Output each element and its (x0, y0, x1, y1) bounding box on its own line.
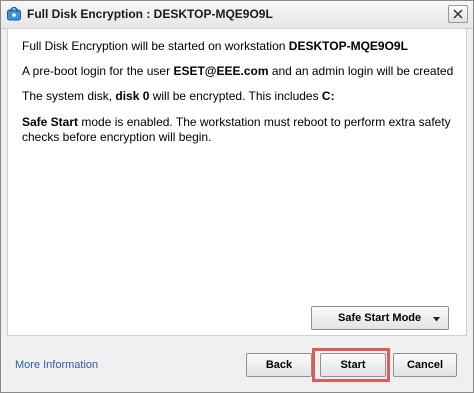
message-text: and an admin login will be created (268, 64, 454, 78)
workstation-message: Full Disk Encryption will be started on … (22, 39, 408, 54)
window-title: Full Disk Encryption : DESKTOP-MQE9O9L (27, 7, 273, 21)
user-email: ESET@EEE.com (173, 64, 269, 78)
safe-start-mode-dropdown[interactable]: Safe Start Mode (311, 306, 449, 330)
encryption-dialog: Full Disk Encryption : DESKTOP-MQE9O9L F… (0, 0, 474, 393)
close-icon (453, 9, 463, 19)
message-text: will be encrypted. This includes (149, 89, 322, 103)
message-text: A pre-boot login for the user (22, 64, 174, 78)
close-button[interactable] (448, 5, 468, 23)
message-text: Full Disk Encryption will be started on … (22, 39, 289, 53)
workstation-name: DESKTOP-MQE9O9L (288, 39, 408, 53)
disk-message: The system disk, disk 0 will be encrypte… (22, 89, 335, 104)
dropdown-label: Safe Start Mode (338, 312, 422, 324)
dialog-content: Full Disk Encryption will be started on … (7, 28, 467, 336)
message-text: The system disk, (22, 89, 116, 103)
message-text: mode is enabled. The workstation must re… (22, 115, 451, 144)
disk-name: disk 0 (115, 89, 150, 103)
safe-start-message: Safe Start mode is enabled. The workstat… (22, 115, 452, 145)
title-bar: Full Disk Encryption : DESKTOP-MQE9O9L (1, 1, 473, 29)
safe-start-label: Safe Start (22, 115, 79, 129)
back-button[interactable]: Back (246, 353, 312, 377)
chevron-down-icon (433, 317, 440, 322)
login-message: A pre-boot login for the user ESET@EEE.c… (22, 64, 453, 79)
cancel-button[interactable]: Cancel (393, 353, 457, 377)
eset-encryption-icon (7, 6, 21, 21)
drive-letter: C: (321, 89, 335, 103)
more-information-link[interactable]: More Information (15, 359, 98, 371)
start-button[interactable]: Start (320, 353, 386, 377)
